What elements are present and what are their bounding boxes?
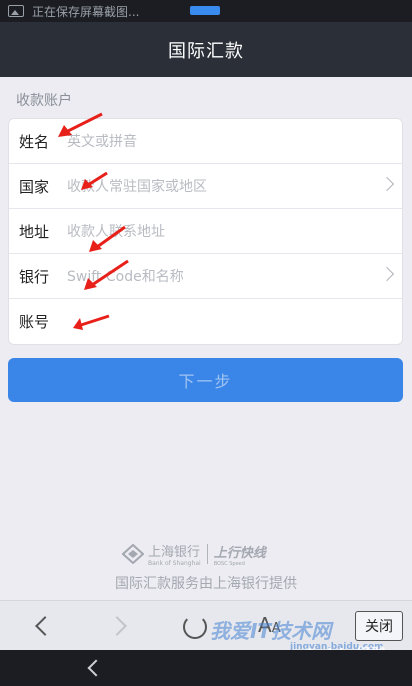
red-arrow-icon — [89, 225, 126, 252]
name-label: 姓名 — [19, 132, 50, 151]
watermark-text: 我爱IT技术网 — [210, 619, 332, 643]
page-title: 国际汇款 — [0, 22, 412, 77]
bank-logo: 上海银行 Bank of Shanghai 上行快线 BOSC Speed — [122, 540, 266, 568]
logo-divider — [206, 544, 208, 564]
country-label: 国家 — [19, 177, 50, 196]
back-icon[interactable] — [35, 616, 55, 636]
system-nav-bar — [0, 650, 412, 686]
speed-brand-en: BOSC Speed — [213, 560, 245, 567]
chevron-right-icon — [379, 266, 395, 282]
chevron-right-icon — [379, 176, 395, 192]
service-provider-text: 国际汇款服务由上海银行提供 — [115, 576, 297, 592]
section-label: 收款账户 — [16, 93, 72, 109]
status-notification: 正在保存屏幕截图... — [32, 4, 140, 19]
forward-icon[interactable] — [107, 616, 127, 636]
bank-name-en: Bank of Shanghai — [148, 560, 201, 567]
refresh-icon[interactable] — [183, 615, 207, 639]
country-field[interactable]: 国家 收款人常驻国家或地区 — [9, 164, 402, 209]
bank-name: 上海银行 — [148, 545, 201, 560]
account-label: 账号 — [19, 313, 50, 331]
red-arrow-icon — [84, 259, 129, 290]
next-step-button[interactable]: 下一步 — [8, 358, 403, 402]
status-bar: 正在保存屏幕截图... — [0, 0, 412, 22]
bank-logo-icon — [122, 544, 144, 564]
recipient-form: 姓名 英文或拼音 国家 收款人常驻国家或地区 地址 收款人联系地址 银行 Swi… — [8, 118, 403, 345]
red-arrow-icon — [58, 112, 103, 137]
nav-back-icon[interactable] — [87, 659, 105, 677]
address-label: 地址 — [19, 222, 50, 241]
red-arrow-icon — [73, 314, 110, 330]
speed-brand: 上行快线 — [213, 545, 266, 561]
address-field[interactable]: 地址 收款人联系地址 — [9, 209, 402, 254]
account-field[interactable]: 账号 — [9, 299, 402, 344]
bank-label: 银行 — [19, 267, 50, 286]
red-arrow-icon — [81, 171, 108, 190]
bank-field[interactable]: 银行 Swift Code和名称 — [9, 254, 402, 299]
image-icon — [8, 5, 24, 17]
status-indicator — [190, 6, 220, 15]
